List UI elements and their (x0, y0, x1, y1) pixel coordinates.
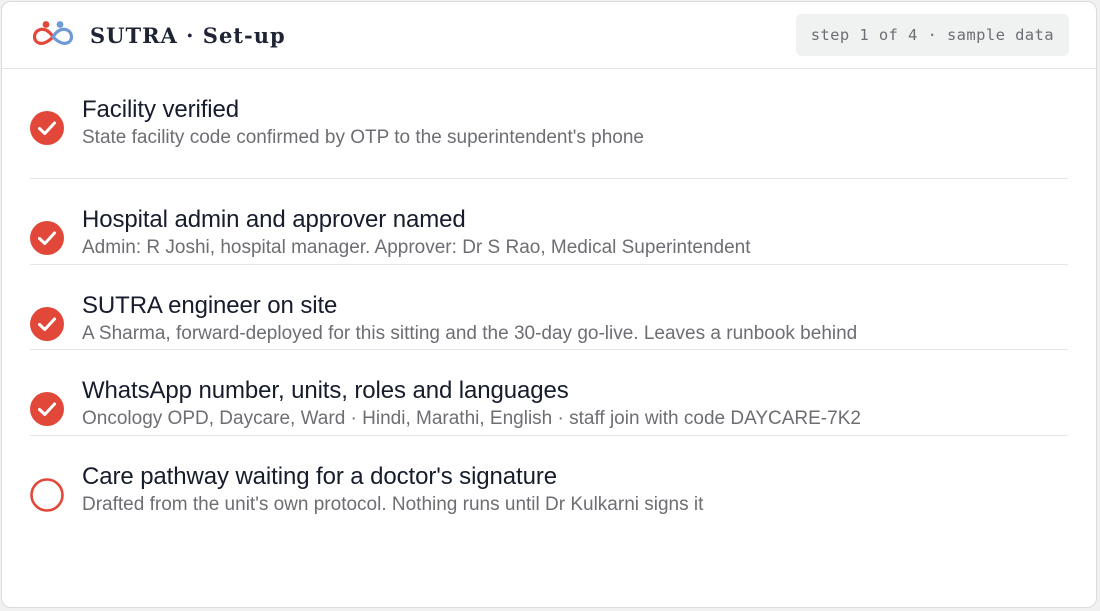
check-circle-icon (30, 221, 64, 255)
check-circle-icon (30, 111, 64, 145)
checklist-item-care-pathway: Care pathway waiting for a doctor's sign… (30, 436, 1068, 522)
infinity-people-logo-icon (32, 21, 74, 45)
item-subtitle: Drafted from the unit's own protocol. No… (82, 493, 704, 515)
item-subtitle: State facility code confirmed by OTP to … (82, 127, 644, 148)
checklist-item-facility: Facility verified State facility code co… (30, 69, 1068, 179)
item-title: Facility verified (82, 96, 240, 123)
item-subtitle: Admin: R Joshi, hospital manager. Approv… (82, 237, 751, 258)
check-circle-icon (30, 392, 64, 426)
checklist-item-admin: Hospital admin and approver named Admin:… (30, 179, 1068, 265)
item-subtitle: Oncology OPD, Daycare, Ward · Hindi, Mar… (82, 408, 861, 429)
brand: SUTRA · Set-up (29, 20, 286, 50)
checklist-item-whatsapp: WhatsApp number, units, roles and langua… (30, 350, 1068, 436)
setup-card: SUTRA · Set-up step 1 of 4 · sample data… (1, 1, 1097, 608)
step-badge: step 1 of 4 · sample data (795, 14, 1069, 56)
item-title: Hospital admin and approver named (82, 206, 466, 233)
setup-checklist: Facility verified State facility code co… (2, 69, 1096, 521)
header: SUTRA · Set-up step 1 of 4 · sample data (2, 2, 1096, 69)
empty-circle-icon (30, 477, 64, 512)
app-title: SUTRA · Set-up (90, 22, 286, 48)
item-title: WhatsApp number, units, roles and langua… (82, 377, 569, 404)
item-subtitle: A Sharma, forward-deployed for this sitt… (82, 322, 858, 344)
item-title: Care pathway waiting for a doctor's sign… (82, 462, 557, 490)
check-circle-icon (30, 306, 64, 341)
item-title: SUTRA engineer on site (82, 291, 338, 319)
checklist-item-engineer: SUTRA engineer on site A Sharma, forward… (30, 265, 1068, 350)
